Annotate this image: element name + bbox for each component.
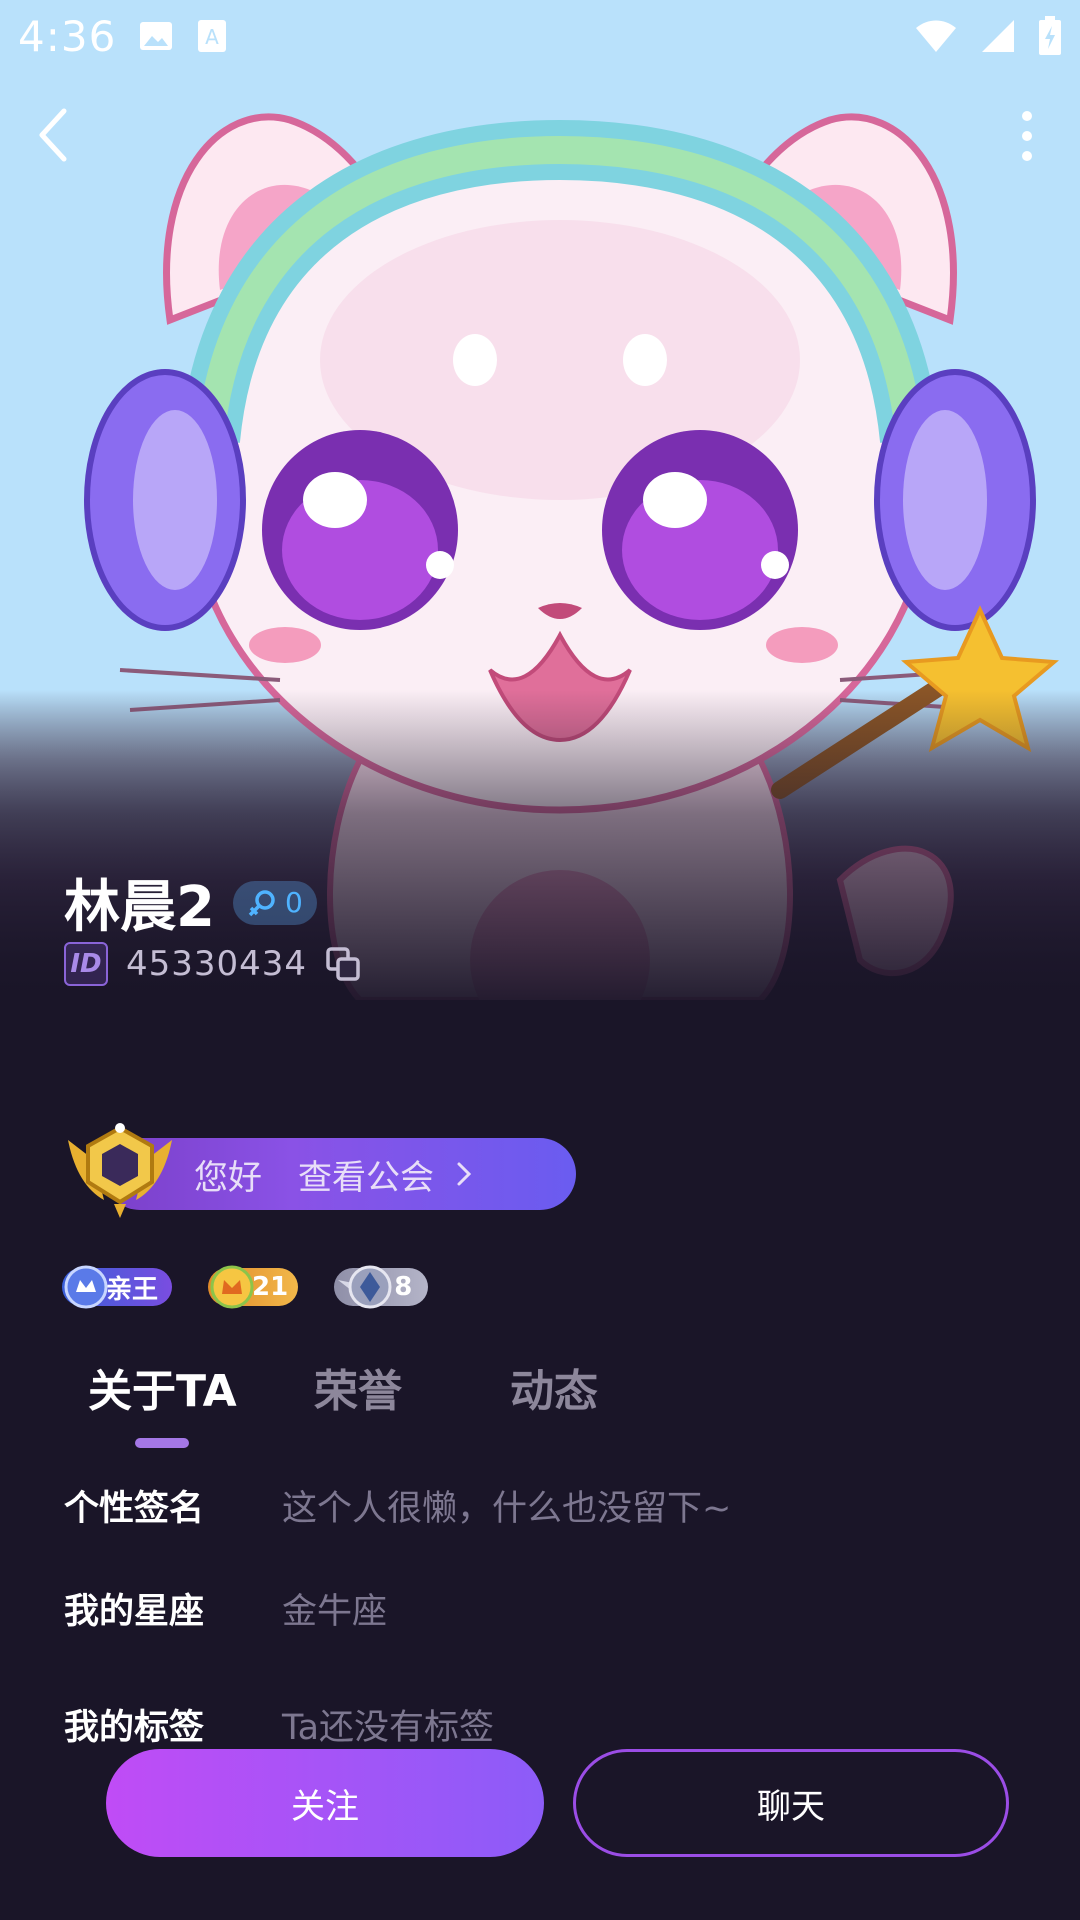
gallery-notification-icon (140, 22, 173, 50)
store-notification-icon: A (198, 20, 227, 52)
zodiac-value: 金牛座 (282, 1592, 388, 1632)
guild-greeting: 您好 (194, 1157, 262, 1198)
cell-signal-icon (982, 20, 1014, 52)
gender-icon (248, 889, 275, 916)
tab-honor[interactable]: 荣誉 (314, 1355, 402, 1419)
info-row-tags: 我的标签 Ta还没有标签 (64, 1699, 494, 1750)
signature-label: 个性签名 (64, 1489, 205, 1529)
profile-tabs: 关于TA 荣誉 动态 (88, 1355, 788, 1455)
crown-level-icon (210, 1265, 254, 1309)
tags-label: 我的标签 (64, 1708, 205, 1748)
chevron-right-icon (457, 1162, 472, 1186)
badge-level: 21 (208, 1265, 299, 1309)
follow-button[interactable]: 关注 (106, 1749, 544, 1857)
profile-screen: 4:36 A 林晨2 0 ID 45330434 您好 查看公会 亲王 21 8… (0, 0, 1080, 1920)
status-right (914, 16, 1062, 56)
zodiac-label: 我的星座 (64, 1592, 205, 1632)
wifi-icon (916, 20, 956, 52)
info-row-zodiac: 我的星座 金牛座 (64, 1583, 387, 1634)
profile-hero: 4:36 A 林晨2 0 ID 45330434 (0, 0, 1080, 1000)
guild-link-label: 查看公会 (298, 1157, 434, 1198)
id-tag: ID (64, 942, 108, 986)
status-time: 4:36 (18, 11, 117, 61)
diamond-wing-icon (338, 1265, 392, 1309)
badge-diamond: 8 (334, 1265, 429, 1309)
info-row-signature: 个性签名 这个人很懒，什么也没留下~ (64, 1480, 731, 1531)
tab-about[interactable]: 关于TA (88, 1355, 237, 1419)
guild-emblem-icon (68, 1123, 172, 1218)
svg-text:A: A (205, 25, 219, 49)
tab-moments[interactable]: 动态 (510, 1355, 598, 1419)
status-bar: 4:36 A (0, 0, 1080, 72)
user-name: 林晨2 (64, 875, 215, 940)
badge-diamond-label: 8 (394, 1272, 413, 1302)
fans-badge: 0 (232, 880, 317, 925)
id-value: 45330434 (126, 944, 308, 984)
chat-button[interactable]: 聊天 (573, 1749, 1009, 1857)
status-left: 4:36 A (18, 12, 228, 61)
battery-icon (1039, 16, 1061, 55)
back-icon[interactable] (30, 105, 80, 165)
tags-value: Ta还没有标签 (282, 1708, 495, 1748)
name-row: 林晨2 0 (64, 862, 317, 943)
fans-count: 0 (284, 886, 303, 919)
tab-indicator (135, 1438, 189, 1448)
badge-level-label: 21 (252, 1272, 289, 1302)
badges-row: 亲王 21 8 (62, 1265, 429, 1309)
guild-entry[interactable]: 您好 查看公会 (64, 1120, 576, 1220)
copy-icon[interactable] (325, 946, 361, 982)
badge-prince-label: 亲王 (106, 1274, 159, 1305)
prince-icon (64, 1265, 108, 1309)
id-row: ID 45330434 (64, 942, 361, 986)
more-options-icon[interactable] (1014, 110, 1040, 162)
badge-prince: 亲王 (62, 1265, 173, 1309)
signature-value: 这个人很懒，什么也没留下~ (282, 1489, 732, 1529)
